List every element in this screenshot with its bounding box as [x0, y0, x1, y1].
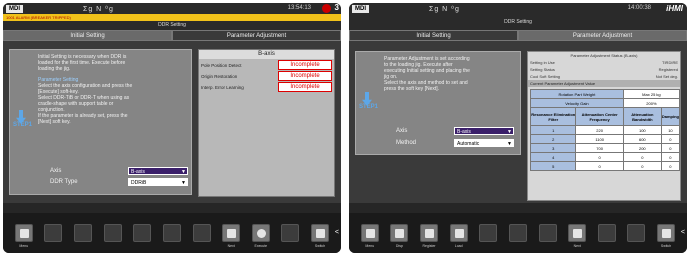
next-icon	[573, 229, 583, 238]
switch-button[interactable]: Switch	[657, 224, 676, 248]
chevron-down-icon: ▼	[181, 180, 186, 186]
softkey-10[interactable]	[627, 224, 646, 242]
axis-indicator: Σg N ⁰g	[429, 5, 460, 13]
menu-icon	[365, 229, 375, 238]
next-icon	[227, 229, 237, 238]
switch-icon	[316, 229, 326, 238]
axis-indicator: Σg N ⁰g	[83, 5, 114, 13]
table-row: 3 700 200 0	[529, 143, 681, 153]
status-badge: Incomplete	[278, 82, 332, 92]
status-badge: Incomplete	[278, 71, 332, 81]
status-row: Pole Position Detect Incomplete	[201, 60, 332, 70]
content-area: STEP1 Initial Setting is necessary when …	[3, 41, 341, 203]
method-select[interactable]: Automatic ▼	[454, 139, 514, 147]
message-line	[349, 203, 687, 213]
alarm-message[interactable]: 1001 ALARM (BREAKER TRIPPED)	[3, 14, 341, 21]
softkey-4[interactable]	[103, 224, 122, 242]
menu-icon	[19, 229, 29, 238]
tab-initial-setting[interactable]: Initial Setting	[3, 30, 172, 41]
tab-initial-setting[interactable]: Initial Setting	[349, 30, 518, 41]
initial-setting-screen: MDI Σg N ⁰g 13:54:13 3 1001 ALARM (BREAK…	[3, 3, 341, 253]
table-row: 5000	[529, 161, 681, 171]
info-row: Cool Soft Setting Not Set deg.	[530, 74, 678, 79]
instruction-text: Initial Setting is necessary when DDR is…	[38, 54, 133, 125]
register-button[interactable]: Register	[420, 224, 439, 248]
message-line	[3, 203, 341, 213]
method-label: Method	[396, 140, 417, 146]
axis-status-panel: B-axis Pole Position Detect Incomplete Or…	[198, 49, 335, 197]
softkey-5[interactable]	[133, 224, 152, 242]
status-badge: Incomplete	[278, 60, 332, 70]
softkey-6[interactable]	[508, 224, 527, 242]
axis-select[interactable]: B-axis ▼	[128, 167, 188, 175]
chevron-left-icon[interactable]: <	[335, 229, 339, 236]
load-button[interactable]: Load	[449, 224, 468, 248]
alarm-count: 3	[334, 3, 339, 12]
softkey-2[interactable]	[44, 224, 63, 242]
alarm-icon[interactable]	[322, 4, 331, 13]
page-title: DDR Setting	[3, 21, 341, 30]
softkey-7[interactable]	[538, 224, 557, 242]
step-label: STEP1	[13, 122, 33, 128]
softkey-7[interactable]	[192, 224, 211, 242]
clock: 13:54:13	[287, 5, 311, 11]
ddr-type-label: DDR Type	[50, 179, 78, 185]
mode-indicator: MDI	[352, 4, 369, 13]
tab-parameter-adjustment[interactable]: Parameter Adjustment	[172, 30, 341, 41]
step-label: STEP1	[359, 104, 379, 110]
menu-button[interactable]: Menu	[360, 224, 379, 248]
axis-status-header: B-axis	[199, 50, 334, 59]
softkey-bar: Menu Next Execute Switch	[3, 213, 341, 253]
softkey-5[interactable]	[479, 224, 498, 242]
menu-button[interactable]: Menu	[14, 224, 33, 248]
status-row: Origin Restoration Incomplete	[201, 71, 332, 81]
status-bar: MDI Σg N ⁰g 14:00:38 iHMI	[349, 3, 687, 14]
next-button[interactable]: Next	[568, 224, 587, 248]
status-bar: MDI Σg N ⁰g 13:54:13 3	[3, 3, 341, 14]
clock: 14:00:38	[627, 5, 651, 11]
chevron-down-icon: ▼	[181, 169, 186, 175]
brand-logo: iHMI	[666, 4, 683, 13]
disp-button[interactable]: Disp	[390, 224, 409, 248]
chevron-down-icon: ▼	[507, 129, 512, 135]
load-icon	[454, 229, 464, 238]
instruction-text: Parameter Adjustment is set according to …	[384, 56, 470, 92]
adjustment-table: Rotation Part Weight Max 25 kg Velocity G…	[529, 89, 681, 171]
adjustment-status-panel: Parameter Adjustment Status (B-axis) Set…	[527, 51, 681, 201]
softkey-10[interactable]	[281, 224, 300, 242]
execute-button[interactable]: Execute	[251, 224, 270, 248]
softkey-bar: Menu Disp Register Load Next Switch	[349, 213, 687, 253]
axis-label: Axis	[396, 128, 408, 134]
axis-select[interactable]: B-axis ▼	[454, 127, 514, 135]
table-row: 1 220 100 10	[529, 125, 681, 135]
status-header: Parameter Adjustment Status (B-axis)	[570, 53, 638, 58]
chevron-left-icon[interactable]: <	[681, 229, 685, 236]
tab-parameter-adjustment[interactable]: Parameter Adjustment	[518, 30, 687, 41]
instruction-dialog: STEP1 Parameter Adjustment is set accord…	[355, 51, 521, 155]
status-row: Interp. Error Learning Incomplete	[201, 82, 332, 92]
mode-indicator: MDI	[6, 4, 23, 13]
table-row: 2 1100 600 0	[529, 134, 681, 144]
info-row: Setting Status Registered	[530, 67, 678, 72]
page-title: DDR Setting	[349, 14, 687, 30]
content-area: STEP1 Parameter Adjustment is set accord…	[349, 41, 687, 203]
switch-button[interactable]: Switch	[311, 224, 330, 248]
instruction-dialog: STEP1 Initial Setting is necessary when …	[9, 49, 192, 195]
info-row: Setting in Use TIRDIRE	[530, 60, 678, 65]
chevron-down-icon: ▼	[507, 141, 512, 147]
ddr-type-select[interactable]: DDRiB ▼	[128, 178, 188, 186]
next-button[interactable]: Next	[222, 224, 241, 248]
grid-icon	[395, 229, 405, 238]
softkey-9[interactable]	[597, 224, 616, 242]
softkey-3[interactable]	[74, 224, 93, 242]
register-icon	[425, 229, 435, 238]
parameter-adjustment-screen: MDI Σg N ⁰g 14:00:38 iHMI DDR Setting In…	[349, 3, 687, 253]
switch-icon	[662, 229, 672, 238]
execute-icon	[256, 229, 266, 238]
current-values-header: Current Parameter Adjustment Value	[528, 80, 680, 87]
table-row: 4000	[529, 152, 681, 162]
softkey-6[interactable]	[162, 224, 181, 242]
axis-label: Axis	[50, 168, 62, 174]
